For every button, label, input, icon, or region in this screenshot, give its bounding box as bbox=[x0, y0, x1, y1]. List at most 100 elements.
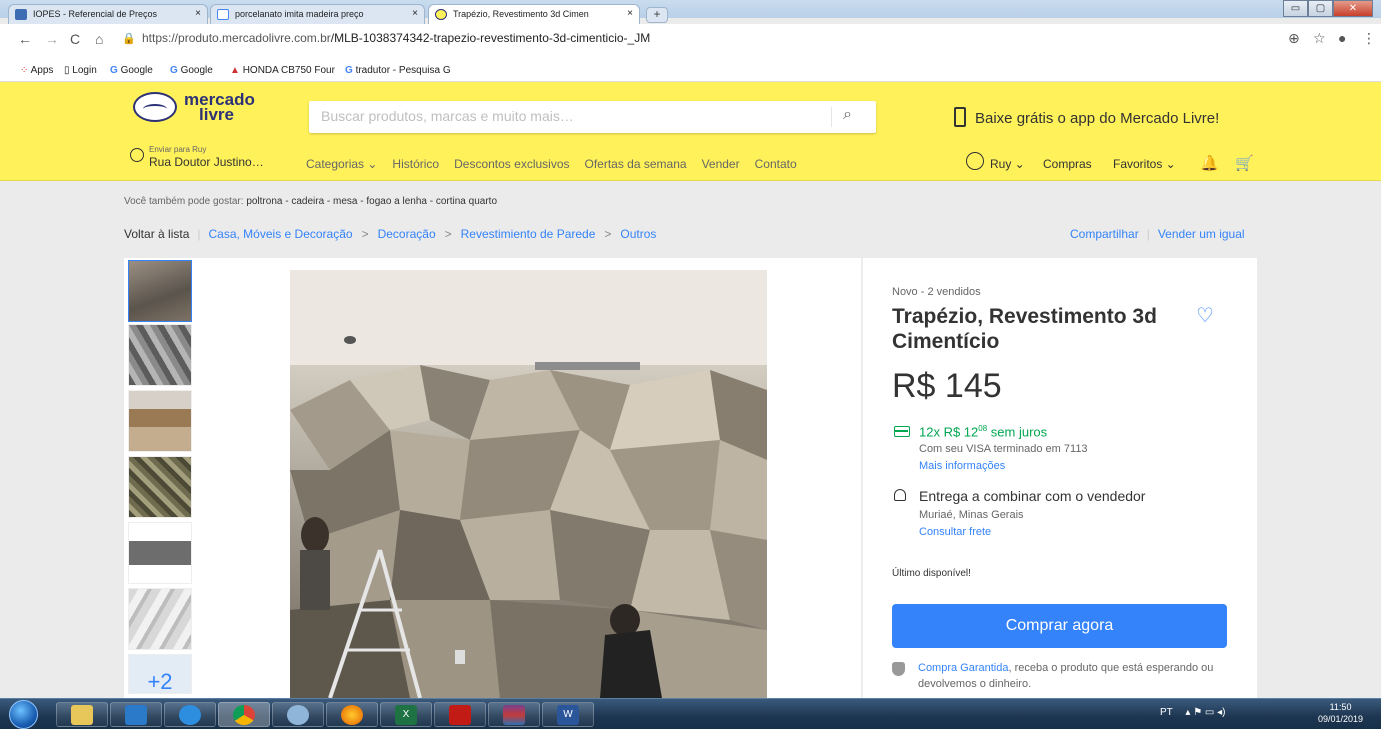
nav-ofertas[interactable]: Ofertas da semana bbox=[585, 157, 687, 171]
breadcrumb-item[interactable]: Casa, Móveis e Decoração bbox=[209, 227, 353, 241]
taskbar-acrobat[interactable] bbox=[434, 702, 486, 727]
bookmark-apps[interactable]: ⁘ Apps bbox=[20, 65, 53, 76]
bookmark-label: HONDA CB750 Four bbox=[242, 65, 335, 76]
window-controls: ▭ ▢ ✕ bbox=[1283, 0, 1373, 18]
user-menu[interactable]: Ruy ⌄ bbox=[990, 157, 1025, 171]
start-button[interactable] bbox=[4, 699, 44, 729]
product-main-image[interactable] bbox=[290, 270, 767, 698]
tab-close-icon[interactable]: × bbox=[195, 8, 201, 19]
breadcrumb-item[interactable]: Outros bbox=[620, 227, 656, 241]
search-icon[interactable]: ⌕ bbox=[843, 106, 852, 124]
handshake-logo-icon[interactable] bbox=[133, 92, 177, 122]
taskbar-media[interactable] bbox=[110, 702, 162, 727]
close-window-button[interactable]: ✕ bbox=[1333, 0, 1373, 17]
send-to-address[interactable]: Rua Doutor Justino… bbox=[149, 155, 264, 169]
maximize-button[interactable]: ▢ bbox=[1308, 0, 1333, 17]
internet-explorer-icon bbox=[179, 705, 201, 725]
buy-now-button[interactable]: Comprar agora bbox=[892, 604, 1227, 648]
taskbar-app[interactable] bbox=[272, 702, 324, 727]
taskbar-ie[interactable] bbox=[164, 702, 216, 727]
language-indicator[interactable]: PT bbox=[1160, 707, 1173, 718]
tab-google-search[interactable]: porcelanato imita madeira preço × bbox=[210, 4, 425, 24]
page-icon: ▯ bbox=[64, 65, 70, 76]
thumbnail-image[interactable] bbox=[128, 456, 192, 518]
bookmark-star-icon[interactable]: ☆ bbox=[1313, 30, 1326, 47]
cart-icon[interactable]: 🛒 bbox=[1235, 154, 1254, 172]
share-link[interactable]: Compartilhar bbox=[1070, 227, 1139, 241]
thumbnail-image[interactable] bbox=[128, 390, 192, 452]
reload-icon[interactable]: C bbox=[70, 31, 80, 47]
url-path: /MLB-1038374342-trapezio-revestimento-3d… bbox=[330, 31, 651, 45]
thumbnail-image[interactable] bbox=[128, 588, 192, 650]
bookmark-google-2[interactable]: G Google bbox=[170, 65, 213, 76]
thumbnail-image[interactable] bbox=[128, 324, 192, 386]
tab-iopes[interactable]: IOPES - Referencial de Preços × bbox=[8, 4, 208, 24]
new-tab-button[interactable]: + bbox=[646, 7, 668, 23]
more-photos-thumbnail[interactable]: +2 bbox=[128, 654, 192, 694]
sell-same-link[interactable]: Vender um igual bbox=[1158, 227, 1245, 241]
site-header: mercado livre ⌕ Baixe grátis o app do Me… bbox=[0, 82, 1381, 181]
profile-icon[interactable]: ● bbox=[1338, 30, 1346, 46]
shipping-link[interactable]: Consultar frete bbox=[919, 526, 991, 538]
bookmark-label: Google bbox=[120, 65, 153, 76]
bell-icon[interactable]: 🔔 bbox=[1200, 154, 1219, 172]
breadcrumb-item[interactable]: Decoração bbox=[378, 227, 436, 241]
delivery-info: Entrega a combinar com o vendedor bbox=[919, 488, 1146, 504]
tab-mercadolivre[interactable]: Trapézio, Revestimento 3d Cimen × bbox=[428, 4, 640, 24]
back-to-list-link[interactable]: Voltar à lista bbox=[124, 227, 189, 241]
breadcrumb-item[interactable]: Revestimiento de Parede bbox=[461, 227, 596, 241]
app-icon bbox=[287, 705, 309, 725]
user-avatar-icon[interactable] bbox=[966, 152, 984, 170]
address-bar[interactable]: https://produto.mercadolivre.com.br/MLB-… bbox=[142, 31, 650, 45]
taskbar-winrar[interactable] bbox=[488, 702, 540, 727]
thumbnail-gallery: +2 bbox=[124, 258, 196, 698]
nav-categorias[interactable]: Categorias ⌄ bbox=[306, 157, 377, 171]
tab-title: Trapézio, Revestimento 3d Cimen bbox=[453, 9, 589, 19]
bookmark-honda[interactable]: ▲ HONDA CB750 Four bbox=[230, 65, 335, 76]
send-to-label[interactable]: Enviar para Ruy bbox=[149, 145, 206, 154]
tray-icons[interactable]: ▴ ⚑ ▭ ◂) bbox=[1185, 707, 1225, 718]
back-icon[interactable]: ← bbox=[18, 31, 32, 47]
bookmark-label: Google bbox=[180, 65, 213, 76]
heart-icon[interactable]: ♡ bbox=[1196, 303, 1214, 328]
taskbar-word[interactable]: W bbox=[542, 702, 594, 727]
thumbnail-image[interactable] bbox=[128, 522, 192, 584]
person-pickup-icon bbox=[894, 489, 906, 501]
favorites-menu[interactable]: Favoritos ⌄ bbox=[1113, 157, 1176, 171]
logo-text-line2[interactable]: livre bbox=[199, 106, 234, 123]
forward-icon[interactable]: → bbox=[45, 31, 59, 47]
taskbar-excel[interactable]: X bbox=[380, 702, 432, 727]
browser-toolbar: ← → C ⌂ 🔒 https://produto.mercadolivre.c… bbox=[0, 24, 1381, 60]
tab-close-icon[interactable]: × bbox=[627, 8, 633, 19]
tab-close-icon[interactable]: × bbox=[412, 8, 418, 19]
guarantee-link[interactable]: Compra Garantida bbox=[918, 662, 1009, 674]
lock-icon: 🔒 bbox=[122, 33, 136, 45]
bookmark-google-1[interactable]: G Google bbox=[110, 65, 153, 76]
minimize-button[interactable]: ▭ bbox=[1283, 0, 1308, 17]
bookmark-login[interactable]: ▯ Login bbox=[64, 65, 97, 76]
suggestions-items[interactable]: poltrona - cadeira - mesa - fogao a lenh… bbox=[246, 196, 497, 207]
purchases-link[interactable]: Compras bbox=[1043, 157, 1092, 171]
taskbar-explorer[interactable] bbox=[56, 702, 108, 727]
home-icon[interactable]: ⌂ bbox=[95, 31, 103, 47]
thumbnail-image[interactable] bbox=[128, 260, 192, 322]
app-download-link[interactable]: Baixe grátis o app do Mercado Livre! bbox=[975, 110, 1219, 127]
clock[interactable]: 11:50 09/01/2019 bbox=[1318, 701, 1363, 725]
seller-location: Muriaé, Minas Gerais bbox=[919, 509, 1024, 521]
taskbar-firefox[interactable] bbox=[326, 702, 378, 727]
bookmark-tradutor[interactable]: G tradutor - Pesquisa G bbox=[345, 65, 451, 76]
nav-contato[interactable]: Contato bbox=[755, 157, 797, 171]
breadcrumb-separator: > bbox=[444, 227, 452, 241]
nav-descontos[interactable]: Descontos exclusivos bbox=[454, 157, 569, 171]
breadcrumb-separator: > bbox=[361, 227, 369, 241]
nav-historico[interactable]: Histórico bbox=[392, 157, 439, 171]
search-divider bbox=[831, 107, 832, 127]
bookmark-label: Apps bbox=[30, 65, 54, 76]
taskbar-chrome[interactable] bbox=[218, 702, 270, 727]
search-input[interactable] bbox=[309, 101, 829, 131]
zoom-icon[interactable]: ⊕ bbox=[1288, 30, 1300, 47]
main-image-area bbox=[196, 258, 861, 698]
menu-icon[interactable]: ⋮ bbox=[1362, 30, 1376, 47]
more-info-link[interactable]: Mais informações bbox=[919, 460, 1005, 472]
nav-vender[interactable]: Vender bbox=[702, 157, 740, 171]
